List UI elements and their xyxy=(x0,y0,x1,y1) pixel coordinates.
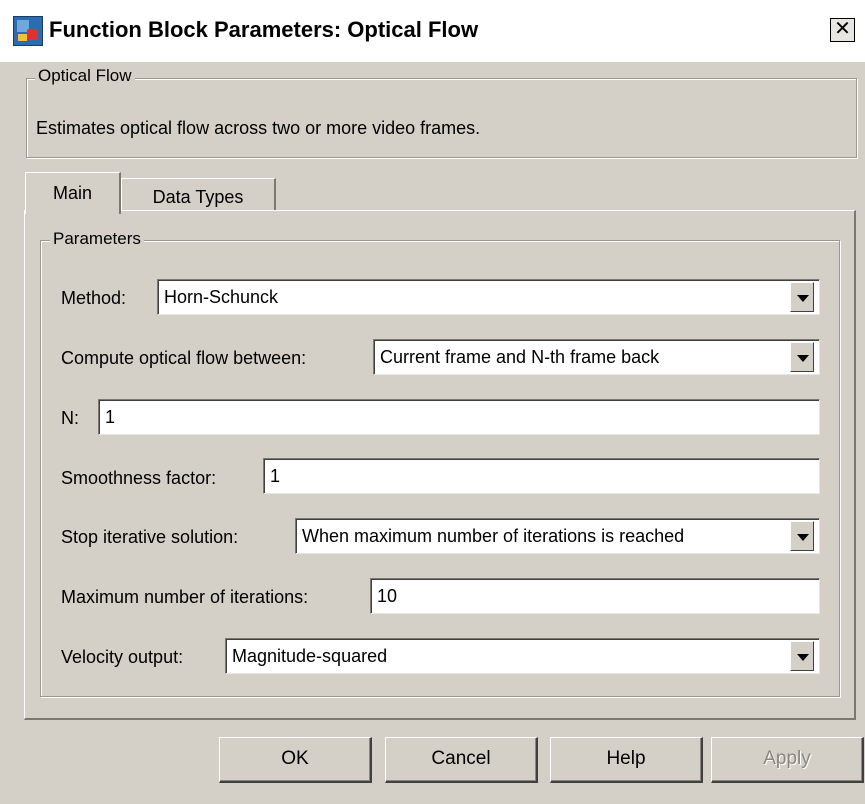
parameters-content: Method: Horn-Schunck Compute optical flo… xyxy=(0,0,865,804)
stop-solution-value: When maximum number of iterations is rea… xyxy=(302,526,685,546)
triangle-down-icon[interactable] xyxy=(790,282,814,312)
velocity-output-label: Velocity output: xyxy=(61,647,184,667)
velocity-output-dropdown[interactable]: Magnitude-squared xyxy=(225,638,820,674)
triangle-down-icon[interactable] xyxy=(790,342,814,372)
compute-between-label: Compute optical flow between: xyxy=(61,348,307,368)
max-iterations-label: Maximum number of iterations: xyxy=(61,587,309,607)
method-label: Method: xyxy=(61,288,127,308)
smoothness-field[interactable]: 1 xyxy=(263,458,820,494)
compute-between-dropdown[interactable]: Current frame and N-th frame back xyxy=(373,339,820,375)
max-iterations-field[interactable]: 10 xyxy=(370,578,820,614)
velocity-output-value: Magnitude-squared xyxy=(232,646,388,666)
triangle-down-icon[interactable] xyxy=(790,521,814,551)
triangle-down-icon[interactable] xyxy=(790,641,814,671)
method-value: Horn-Schunck xyxy=(164,287,279,307)
max-iterations-value: 10 xyxy=(377,586,398,606)
stop-solution-dropdown[interactable]: When maximum number of iterations is rea… xyxy=(295,518,820,554)
smoothness-label: Smoothness factor: xyxy=(61,468,217,488)
dialog-window: Function Block Parameters: Optical Flow … xyxy=(0,0,865,804)
method-dropdown[interactable]: Horn-Schunck xyxy=(157,279,820,315)
smoothness-value: 1 xyxy=(270,466,281,486)
n-field[interactable]: 1 xyxy=(98,399,820,435)
n-value: 1 xyxy=(105,407,116,427)
compute-between-value: Current frame and N-th frame back xyxy=(380,347,660,367)
stop-solution-label: Stop iterative solution: xyxy=(61,527,239,547)
n-label: N: xyxy=(61,408,79,428)
